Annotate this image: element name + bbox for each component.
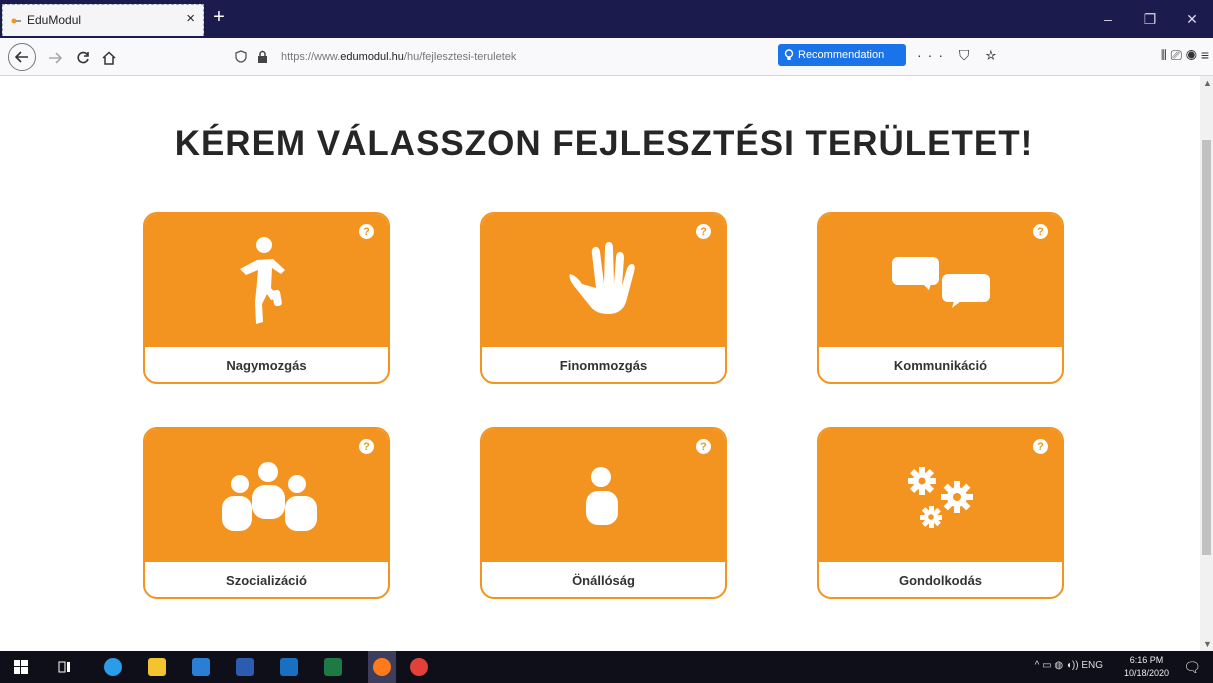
address-bar[interactable]: https://www.edumodul.hu/hu/fejlesztesi-t… — [225, 43, 996, 71]
page-title: KÉREM VÁLASSZON FEJLESZTÉSI TERÜLETET! — [174, 124, 1034, 163]
reload-button[interactable] — [70, 45, 96, 71]
card-kommunikacio[interactable]: ? Kommunikáció — [817, 212, 1064, 384]
task-view-icon[interactable] — [58, 660, 72, 674]
window-controls: – ❐ ✕ — [1087, 0, 1213, 38]
firefox-icon[interactable] — [373, 658, 391, 676]
back-button[interactable] — [8, 43, 36, 71]
windows-taskbar: ^ ▭ ◍ ◖)) ENG 6:16 PM 10/18/2020 🗨 — [0, 651, 1213, 683]
clock-time: 6:16 PM — [1129, 655, 1164, 665]
card-nagymozgas[interactable]: ? Nagymozgás — [143, 212, 390, 384]
help-icon[interactable]: ? — [1033, 224, 1048, 239]
forward-button[interactable] — [42, 45, 68, 71]
card-onallosag[interactable]: ? Önállóság — [480, 427, 727, 599]
scroll-up-icon[interactable]: ▲ — [1203, 78, 1212, 88]
browser-navbar: https://www.edumodul.hu/hu/fejlesztesi-t… — [0, 38, 1213, 76]
card-label: Nagymozgás — [226, 358, 307, 373]
tab-close-icon[interactable]: × — [186, 11, 195, 27]
gears-icon — [908, 467, 973, 528]
page-actions[interactable]: ··· ⛉ ☆ — [917, 47, 1002, 64]
url-prefix: https://www. — [281, 51, 341, 63]
close-window-button[interactable]: ✕ — [1171, 0, 1213, 38]
notification-icon[interactable]: 🗨 — [1183, 659, 1201, 676]
home-button[interactable] — [96, 45, 122, 71]
new-tab-button[interactable]: + — [208, 7, 230, 29]
shield-icon[interactable] — [235, 50, 247, 63]
chat-bubbles-icon — [892, 257, 990, 308]
clock-date: 10/18/2020 — [1123, 668, 1169, 678]
lock-icon[interactable] — [257, 50, 268, 63]
edge-icon[interactable] — [104, 658, 122, 676]
help-icon[interactable]: ? — [696, 224, 711, 239]
scroll-thumb[interactable] — [1202, 140, 1211, 555]
toolbar-right[interactable]: ⫴ ⎚ ◉ ≡ — [1161, 47, 1209, 64]
back-icon — [15, 51, 28, 63]
card-finommozgas[interactable]: ? Finommozgás — [480, 212, 727, 384]
minimize-button[interactable]: – — [1087, 0, 1129, 38]
card-label: Gondolkodás — [898, 573, 983, 588]
help-icon[interactable]: ? — [359, 439, 374, 454]
card-label: Finommozgás — [559, 358, 648, 373]
browser-tab[interactable]: EduModul × — [2, 4, 204, 36]
group-icon — [222, 462, 317, 531]
language-indicator[interactable]: ENG — [1081, 660, 1103, 671]
help-icon[interactable]: ? — [696, 439, 711, 454]
running-person-icon — [240, 237, 285, 324]
tab-title: EduModul — [27, 13, 82, 27]
lightbulb-icon — [784, 49, 794, 60]
browser-titlebar: EduModul × + – ❐ ✕ — [0, 0, 1213, 38]
forward-icon — [49, 52, 62, 64]
hand-icon — [569, 242, 635, 314]
vertical-scrollbar[interactable]: ▲ ▼ — [1200, 76, 1213, 651]
file-explorer-icon[interactable] — [148, 658, 166, 676]
chrome-icon[interactable] — [410, 658, 428, 676]
system-tray[interactable]: ^ ▭ ◍ ◖)) ENG — [1035, 660, 1103, 671]
reload-icon — [77, 51, 89, 64]
person-icon — [586, 467, 618, 525]
outlook-icon[interactable] — [280, 658, 298, 676]
help-icon[interactable]: ? — [1033, 439, 1048, 454]
url-text[interactable]: https://www.edumodul.hu/hu/fejlesztesi-t… — [281, 51, 516, 63]
url-path: /hu/fejlesztesi-teruletek — [403, 51, 517, 63]
card-szocializacio[interactable]: ? Szocializáció — [143, 427, 390, 599]
windows-start-icon[interactable] — [14, 660, 28, 674]
screen: EduModul × + – ❐ ✕ https://www.edumodul.… — [0, 0, 1213, 683]
scroll-down-icon[interactable]: ▼ — [1203, 639, 1212, 649]
favicon-icon — [11, 18, 21, 24]
mail-icon[interactable] — [192, 658, 210, 676]
clock[interactable]: 6:16 PM 10/18/2020 — [1124, 654, 1169, 680]
card-label: Önállóság — [572, 573, 635, 588]
recommendation-label: Recommendation — [798, 49, 885, 61]
card-gondolkodas[interactable]: ? Gondolkodás — [817, 427, 1064, 599]
recommendation-button[interactable]: Recommendation — [778, 44, 906, 66]
card-label: Kommunikáció — [893, 358, 988, 373]
restore-button[interactable]: ❐ — [1129, 0, 1171, 38]
page-content: KÉREM VÁLASSZON FEJLESZTÉSI TERÜLETET! ?… — [0, 76, 1200, 651]
home-icon — [102, 51, 116, 65]
help-icon[interactable]: ? — [359, 224, 374, 239]
card-label: Szocializáció — [226, 573, 307, 588]
url-domain: edumodul.hu — [340, 51, 404, 63]
word-icon[interactable] — [236, 658, 254, 676]
excel-icon[interactable] — [324, 658, 342, 676]
